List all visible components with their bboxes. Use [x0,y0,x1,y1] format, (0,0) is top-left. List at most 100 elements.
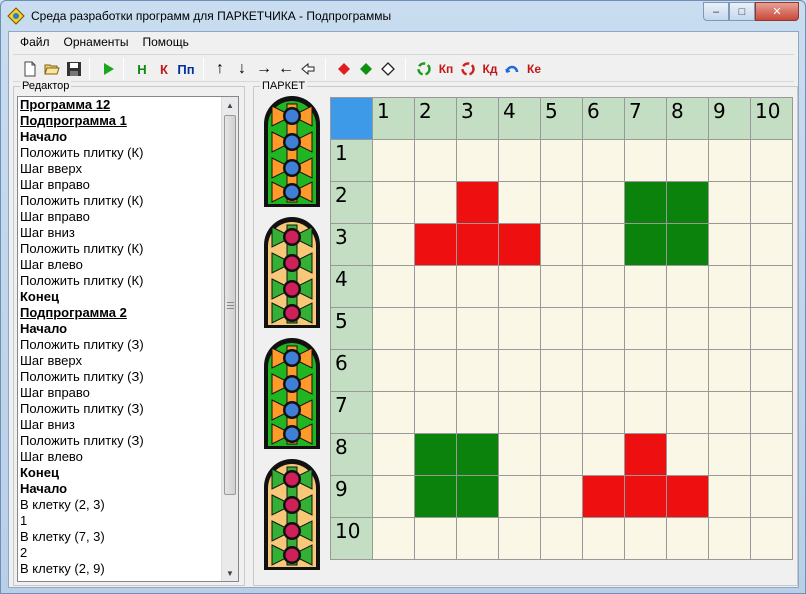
parquet-cell[interactable] [583,308,625,350]
parquet-cell[interactable] [709,518,751,560]
parquet-cell-filled[interactable] [457,224,499,266]
parquet-cell[interactable] [541,308,583,350]
parquet-cell[interactable] [541,266,583,308]
editor-line[interactable]: Положить плитку (З) [20,337,224,353]
editor-line[interactable]: Подпрограмма 1 [20,113,224,129]
parquet-cell[interactable] [499,434,541,476]
editor-line[interactable]: Шаг влево [20,449,224,465]
editor-line[interactable]: Начало [20,129,224,145]
parquet-cell[interactable] [541,434,583,476]
editor-line[interactable]: Положить плитку (З) [20,433,224,449]
parquet-cell[interactable] [457,266,499,308]
parquet-cell[interactable] [751,434,793,476]
ornament-tile-icon[interactable] [262,215,322,330]
parquet-cell[interactable] [373,182,415,224]
editor-line[interactable]: Положить плитку (З) [20,401,224,417]
editor-line[interactable]: Шаг влево [20,257,224,273]
parquet-cell-filled[interactable] [667,224,709,266]
parquet-cell-filled[interactable] [457,476,499,518]
editor-line[interactable]: 1 [20,513,224,529]
parquet-cell[interactable] [373,392,415,434]
parquet-cell[interactable] [373,140,415,182]
parquet-cell-filled[interactable] [667,476,709,518]
parquet-cell[interactable] [667,434,709,476]
parquet-cell-filled[interactable] [415,224,457,266]
parquet-cell-filled[interactable] [415,476,457,518]
parquet-cell[interactable] [541,476,583,518]
parquet-cell[interactable] [583,518,625,560]
editor-line[interactable]: Шаг вверх [20,353,224,369]
ornament-tile-icon[interactable] [262,457,322,572]
menu-help[interactable]: Помощь [136,32,196,52]
parquet-cell[interactable] [667,266,709,308]
parquet-cell[interactable] [457,308,499,350]
editor-line[interactable]: Шаг вниз [20,417,224,433]
editor-line[interactable]: Шаг вправо [20,385,224,401]
ornament-tile-icon[interactable] [262,94,322,209]
parquet-cell[interactable] [499,350,541,392]
parquet-cell[interactable] [499,182,541,224]
parquet-cell[interactable] [415,518,457,560]
save-button[interactable] [63,58,85,80]
parquet-cell[interactable] [415,140,457,182]
parquet-cell[interactable] [541,224,583,266]
parquet-cell[interactable] [457,140,499,182]
parquet-grid[interactable]: 1 2 3 4 5 6 7 8 9 10 1 2 3 4 5 6 7 8 9 10 [330,97,793,560]
parquet-cell[interactable] [499,476,541,518]
parquet-cell[interactable] [709,476,751,518]
parquet-cell[interactable] [541,350,583,392]
parquet-cell[interactable] [499,392,541,434]
close-button[interactable]: ✕ [755,2,799,21]
parquet-cell[interactable] [625,392,667,434]
parquet-cell[interactable] [583,392,625,434]
parquet-cell-filled[interactable] [625,476,667,518]
parquet-cell[interactable] [541,182,583,224]
parquet-cell[interactable] [583,224,625,266]
parquet-cell[interactable] [373,434,415,476]
parquet-cell[interactable] [373,308,415,350]
parquet-cell[interactable] [667,140,709,182]
scroll-thumb[interactable] [224,115,236,495]
parquet-cell[interactable] [625,140,667,182]
red-cycle-button[interactable] [457,58,479,80]
red-tile-button[interactable] [333,58,355,80]
parquet-cell[interactable] [751,266,793,308]
parquet-cell[interactable] [583,266,625,308]
editor-scrollbar[interactable]: ▲ ▼ [221,97,238,581]
parquet-cell[interactable] [751,518,793,560]
run-button[interactable] [97,58,119,80]
parquet-cell-filled[interactable] [457,434,499,476]
parquet-cell[interactable] [541,518,583,560]
parquet-cell-filled[interactable] [415,434,457,476]
parquet-cell-filled[interactable] [499,224,541,266]
parquet-cell[interactable] [709,224,751,266]
parquet-cell[interactable] [415,350,457,392]
parquet-cell-filled[interactable] [625,224,667,266]
parquet-cell[interactable] [373,224,415,266]
parquet-cell[interactable] [709,182,751,224]
menu-file[interactable]: Файл [13,32,57,52]
parquet-cell[interactable] [499,308,541,350]
menu-ornaments[interactable]: Орнаменты [57,32,136,52]
step-back-button[interactable] [297,58,319,80]
parquet-cell[interactable] [667,308,709,350]
editor-line[interactable]: Начало [20,481,224,497]
parquet-cell[interactable] [709,350,751,392]
parquet-cell[interactable] [625,308,667,350]
parquet-cell[interactable] [457,518,499,560]
parquet-cell[interactable] [499,140,541,182]
parquet-cell-filled[interactable] [625,434,667,476]
editor-line[interactable]: Шаг вверх [20,161,224,177]
parquet-cell[interactable] [457,392,499,434]
editor-line[interactable]: Шаг вправо [20,177,224,193]
parquet-cell[interactable] [541,140,583,182]
editor-line[interactable]: 2 [20,545,224,561]
editor-line[interactable]: Подпрограмма 2 [20,305,224,321]
parquet-cell[interactable] [583,434,625,476]
editor-line[interactable]: Положить плитку (К) [20,145,224,161]
parquet-cell[interactable] [373,518,415,560]
parquet-cell[interactable] [583,182,625,224]
scroll-down-icon[interactable]: ▼ [222,565,238,581]
editor-line[interactable]: Положить плитку (К) [20,273,224,289]
editor-line[interactable]: Шаг вправо [20,209,224,225]
